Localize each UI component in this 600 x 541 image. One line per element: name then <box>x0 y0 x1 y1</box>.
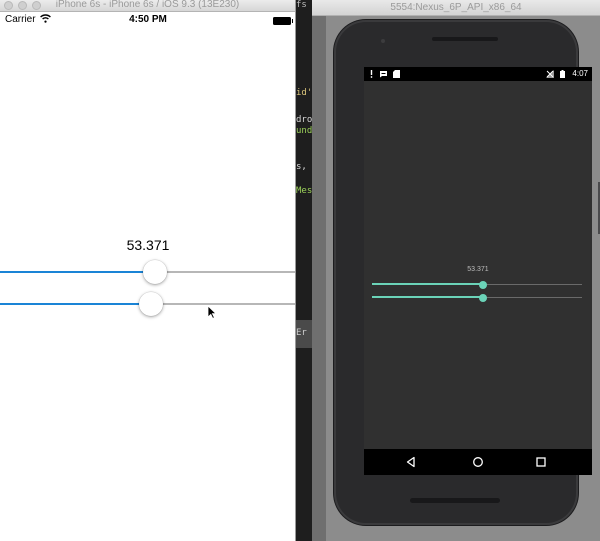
ios-simulator-window: iPhone 6s - iPhone 6s / iOS 9.3 (13E230)… <box>0 0 296 541</box>
android-nav-bar <box>364 449 592 475</box>
mouse-cursor-icon <box>207 305 217 319</box>
android-slider-1[interactable] <box>372 280 582 290</box>
back-icon[interactable] <box>405 456 417 468</box>
slider-thumb[interactable] <box>479 294 488 302</box>
slider-thumb[interactable] <box>142 260 167 284</box>
android-slider-2[interactable] <box>372 293 582 303</box>
code-line: s, <box>296 162 307 172</box>
status-time: 4:50 PM <box>129 14 167 25</box>
editor-panel: Er <box>296 320 312 348</box>
slider-fill <box>0 271 155 273</box>
ios-status-bar: Carrier 4:50 PM <box>0 12 295 30</box>
ios-titlebar: iPhone 6s - iPhone 6s / iOS 9.3 (13E230) <box>0 0 295 12</box>
slider-thumb[interactable] <box>138 292 163 316</box>
notification-alert-icon <box>370 70 373 78</box>
code-line: und <box>296 126 312 136</box>
android-titlebar: 5554:Nexus_6P_API_x86_64 <box>312 0 600 16</box>
android-window-title: 5554:Nexus_6P_API_x86_64 <box>390 2 522 13</box>
sd-card-icon <box>393 70 400 78</box>
android-status-bar: 4:07 <box>364 67 592 81</box>
front-camera <box>381 39 385 43</box>
ios-slider-1[interactable] <box>0 259 295 285</box>
top-speaker <box>432 37 498 41</box>
slider-fill <box>372 283 484 285</box>
recents-icon[interactable] <box>535 456 547 468</box>
message-icon <box>380 71 387 78</box>
slider-fill <box>0 303 151 305</box>
battery-icon <box>560 70 565 78</box>
ios-slider-2[interactable] <box>0 291 295 317</box>
code-line: dro <box>296 115 312 125</box>
no-signal-icon <box>546 70 554 78</box>
status-time: 4:07 <box>572 69 588 78</box>
android-screen: 4:07 53.371 <box>364 67 592 470</box>
android-emulator-window: 5554:Nexus_6P_API_x86_64 4:07 53.371 <box>312 0 600 541</box>
emulator-side-panel <box>312 16 326 541</box>
panel-label: Er <box>296 328 307 338</box>
code-line: Mes <box>296 186 312 196</box>
slider-value-label: 53.371 <box>126 237 170 253</box>
desktop: iPhone 6s - iPhone 6s / iOS 9.3 (13E230)… <box>0 0 600 541</box>
ios-window-title: iPhone 6s - iPhone 6s / iOS 9.3 (13E230) <box>55 0 240 10</box>
code-line: id' <box>296 88 312 98</box>
home-icon[interactable] <box>472 456 484 468</box>
slider-thumb[interactable] <box>479 281 488 289</box>
slider-value-label: 53.371 <box>467 266 489 273</box>
background-code-editor: fs id' dro und s, Mes Er <box>296 0 312 541</box>
nexus-phone-frame: 4:07 53.371 <box>334 20 600 525</box>
slider-fill <box>372 296 484 298</box>
battery-icon <box>273 17 293 25</box>
code-line: fs <box>296 0 307 10</box>
bottom-speaker <box>410 498 500 503</box>
